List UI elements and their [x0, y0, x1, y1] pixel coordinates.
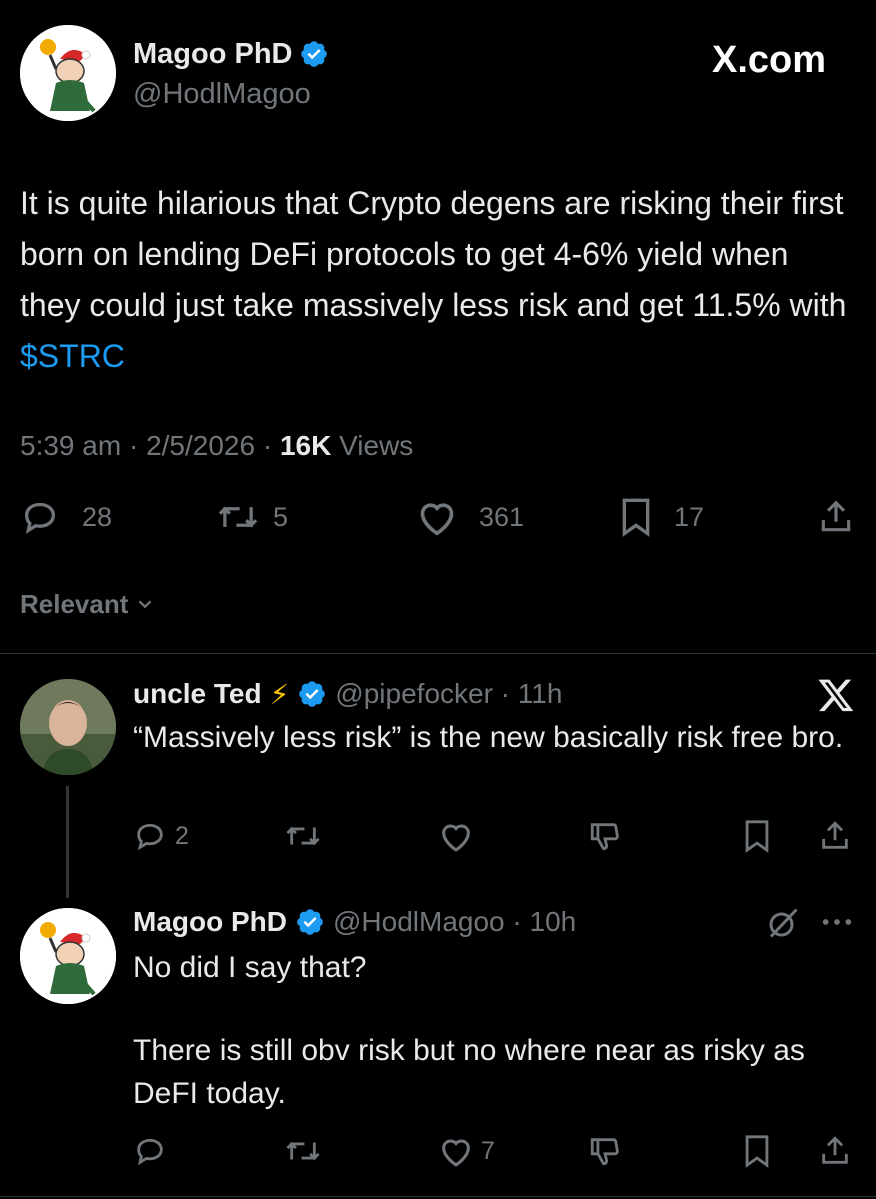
reply-author-name[interactable]: uncle Ted [133, 678, 262, 710]
meta-separator: · [504, 906, 530, 937]
reply-icon [137, 1138, 163, 1166]
like-button[interactable]: 361 [415, 497, 524, 537]
reply-count: 2 [175, 821, 189, 850]
dislike-icon [590, 1138, 619, 1166]
author-handle[interactable]: @HodlMagoo [133, 78, 311, 111]
reply-author-name[interactable]: Magoo PhD [133, 906, 287, 938]
repost-icon [286, 826, 320, 846]
verified-badge-icon [300, 41, 327, 67]
reply-text-line: There is still obv risk but no where nea… [133, 1034, 805, 1110]
reply-text-line: No did I say that? [133, 951, 367, 984]
avatar-illustration [20, 908, 116, 1004]
bookmark-icon [745, 1135, 769, 1168]
reply-avatar[interactable] [20, 908, 116, 1004]
repost-icon [286, 1141, 320, 1161]
reply-button[interactable]: 2 [133, 818, 189, 854]
site-logo-text: X.com [712, 38, 827, 81]
more-icon[interactable] [820, 915, 854, 934]
chevron-down-icon [139, 600, 152, 609]
repost-button[interactable]: 5 [215, 497, 288, 537]
like-icon [442, 1139, 470, 1167]
reply-button[interactable] [133, 1133, 175, 1169]
reply-icon [137, 823, 163, 851]
reply-button[interactable]: 28 [20, 497, 112, 537]
tweet-date[interactable]: 2/5/2026 [146, 430, 255, 462]
reply-avatar[interactable] [20, 679, 116, 775]
reply-time[interactable]: 10h [530, 906, 577, 938]
dislike-button[interactable] [586, 818, 624, 854]
sort-dropdown[interactable]: Relevant [20, 588, 156, 620]
divider [0, 1196, 876, 1197]
bookmark-button[interactable] [742, 818, 772, 854]
x-logo-icon[interactable] [816, 676, 856, 719]
like-icon [420, 503, 454, 536]
verified-badge-icon [297, 909, 323, 935]
like-count: 7 [481, 1136, 495, 1165]
share-icon [821, 500, 851, 532]
like-count: 361 [479, 501, 525, 532]
tweet-time[interactable]: 5:39 am [20, 430, 121, 462]
repost-count: 5 [273, 501, 289, 532]
bookmark-icon [622, 498, 650, 537]
tweet-text-body: It is quite hilarious that Crypto degens… [20, 185, 847, 323]
reply-count: 28 [82, 501, 113, 532]
grok-icon[interactable] [765, 905, 801, 946]
reply-text: No did I say that? There is still obv ri… [133, 946, 853, 1115]
dislike-button[interactable] [586, 1133, 624, 1169]
like-icon [442, 824, 470, 852]
author-avatar[interactable] [20, 25, 116, 121]
thread-line [66, 786, 69, 898]
repost-icon [218, 506, 258, 528]
like-button[interactable] [437, 818, 483, 854]
bookmark-count: 17 [674, 501, 705, 532]
avatar-illustration [20, 25, 116, 121]
share-button[interactable] [818, 1133, 852, 1169]
meta-separator: · [121, 430, 147, 461]
bookmark-button[interactable]: 17 [618, 497, 704, 537]
reply-author-handle[interactable]: @HodlMagoo [333, 906, 505, 938]
tweet-text: It is quite hilarious that Crypto degens… [20, 178, 850, 382]
site-logo: X.com [712, 38, 826, 82]
share-button[interactable] [818, 818, 852, 854]
share-icon [822, 821, 848, 849]
avatar-photo [20, 679, 116, 775]
share-icon [822, 1136, 848, 1164]
reply-icon [24, 502, 56, 534]
reply-text: “Massively less risk” is the new basical… [133, 721, 844, 754]
views-count: 16K [279, 430, 332, 461]
like-button[interactable]: 7 [437, 1133, 495, 1169]
views-label: Views [339, 430, 414, 461]
bookmark-button[interactable] [742, 1133, 772, 1169]
share-button[interactable] [817, 497, 855, 537]
dislike-icon [590, 823, 619, 851]
tweet-meta: 5:39 am · 2/5/2026 · 16K Views [20, 428, 413, 464]
author-name[interactable]: Magoo PhD [133, 38, 293, 71]
repost-button[interactable] [283, 1133, 331, 1169]
verified-badge-icon [299, 681, 326, 707]
sort-label: Relevant [20, 588, 129, 619]
divider [0, 653, 876, 654]
lightning-emoji: ⚡ [269, 678, 290, 710]
reply-time[interactable]: 11h [518, 678, 563, 710]
meta-separator: · [492, 678, 518, 709]
bookmark-icon [745, 820, 769, 853]
repost-button[interactable] [283, 818, 331, 854]
reply-author-handle[interactable]: @pipefocker [335, 678, 493, 710]
meta-separator: · [255, 430, 280, 461]
cashtag-link[interactable]: $STRC [20, 338, 125, 374]
